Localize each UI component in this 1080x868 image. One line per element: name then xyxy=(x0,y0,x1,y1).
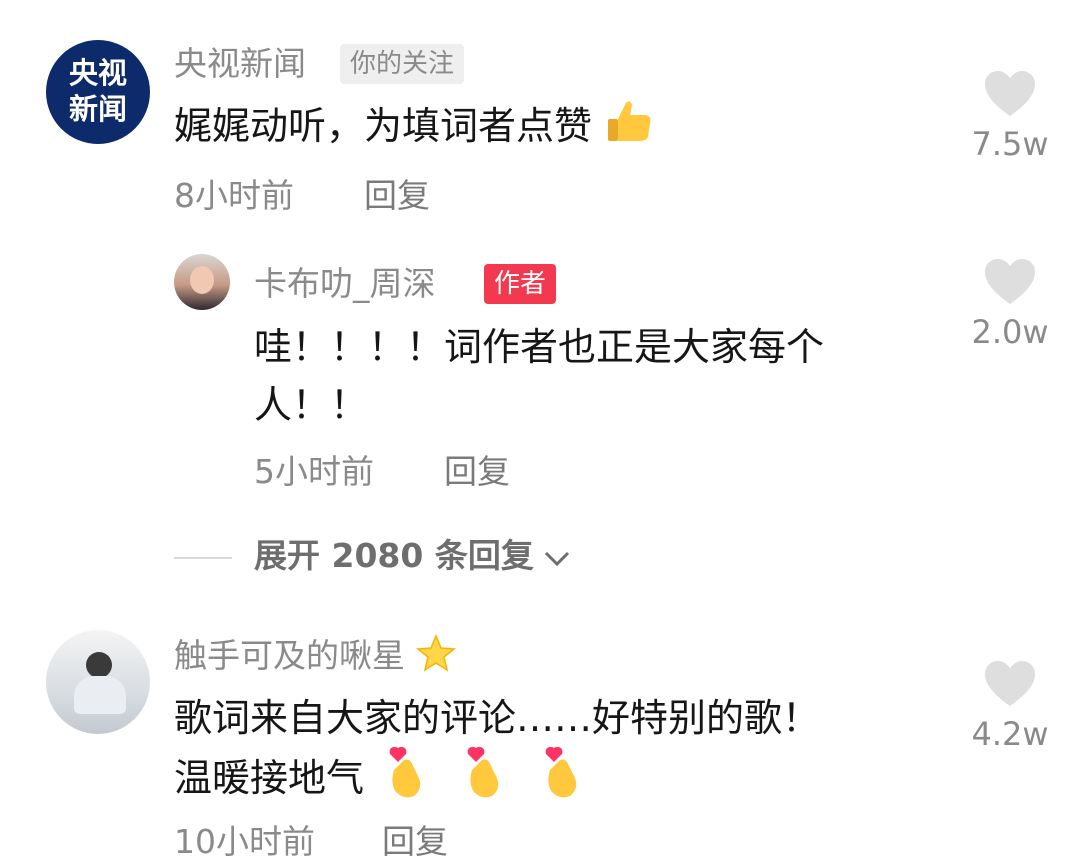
comment-text: 娓娓动听，为填词者点赞 xyxy=(174,98,894,158)
comment-username-text: 触手可及的啾星 xyxy=(174,636,405,675)
comment-text: 歌词来自大家的评论……好特别的歌！ 温暖接地气 xyxy=(174,690,934,815)
avatar-figure-body xyxy=(74,676,126,714)
avatar-user[interactable] xyxy=(46,630,150,734)
reply-text: 哇！！！！词作者也正是大家每个人！！ xyxy=(254,325,825,427)
finger-heart-icon xyxy=(462,746,504,815)
avatar-logo-top: 央视 xyxy=(68,56,127,90)
avatar-author[interactable] xyxy=(174,254,230,310)
expand-replies-label: 展开 2080 条回复 xyxy=(254,536,534,575)
comment-text-content: 娓娓动听，为填词者点赞 xyxy=(174,104,593,148)
like-button[interactable]: 4.2w xyxy=(960,660,1060,754)
expand-replies-button[interactable]: 展开 2080 条回复 xyxy=(254,534,571,585)
finger-heart-icon xyxy=(540,746,582,815)
heart-icon xyxy=(985,259,1035,304)
glowing-star-icon xyxy=(415,634,456,681)
author-badge: 作者 xyxy=(484,264,557,304)
like-count: 4.2w xyxy=(971,715,1049,753)
avatar-figure xyxy=(86,652,112,678)
comment-text-content: 温暖接地气 xyxy=(174,756,365,800)
finger-heart-icon xyxy=(384,746,426,815)
comment-username[interactable]: 触手可及的啾星 xyxy=(174,634,456,681)
avatar-cctv-news[interactable]: 央视 新闻 xyxy=(46,40,150,144)
comment-text-line: 温暖接地气 xyxy=(174,746,934,815)
like-button[interactable]: 7.5w xyxy=(960,70,1060,164)
reply-timestamp: 5小时前 xyxy=(254,452,374,491)
like-count: 7.5w xyxy=(971,125,1049,163)
expand-divider xyxy=(174,557,232,559)
heart-icon xyxy=(985,661,1035,706)
thumbs-up-icon xyxy=(604,99,654,158)
like-count: 2.0w xyxy=(971,313,1049,351)
comment-timestamp: 10小时前 xyxy=(174,822,315,861)
reply-button[interactable]: 回复 xyxy=(382,822,448,862)
heart-icon xyxy=(985,71,1035,116)
comment-text-line: 歌词来自大家的评论……好特别的歌！ xyxy=(174,696,821,740)
chevron-down-icon xyxy=(543,541,571,585)
reply-button[interactable]: 回复 xyxy=(364,176,430,216)
reply-button[interactable]: 回复 xyxy=(444,452,510,492)
avatar-face xyxy=(190,266,214,294)
avatar-logo-bottom: 新闻 xyxy=(68,92,127,126)
comment-timestamp: 8小时前 xyxy=(174,176,294,215)
like-button[interactable]: 2.0w xyxy=(960,258,1060,352)
following-badge: 你的关注 xyxy=(340,44,465,84)
reply-username[interactable]: 卡布叻_周深 xyxy=(254,264,436,304)
comment-username[interactable]: 央视新闻 xyxy=(174,44,306,84)
